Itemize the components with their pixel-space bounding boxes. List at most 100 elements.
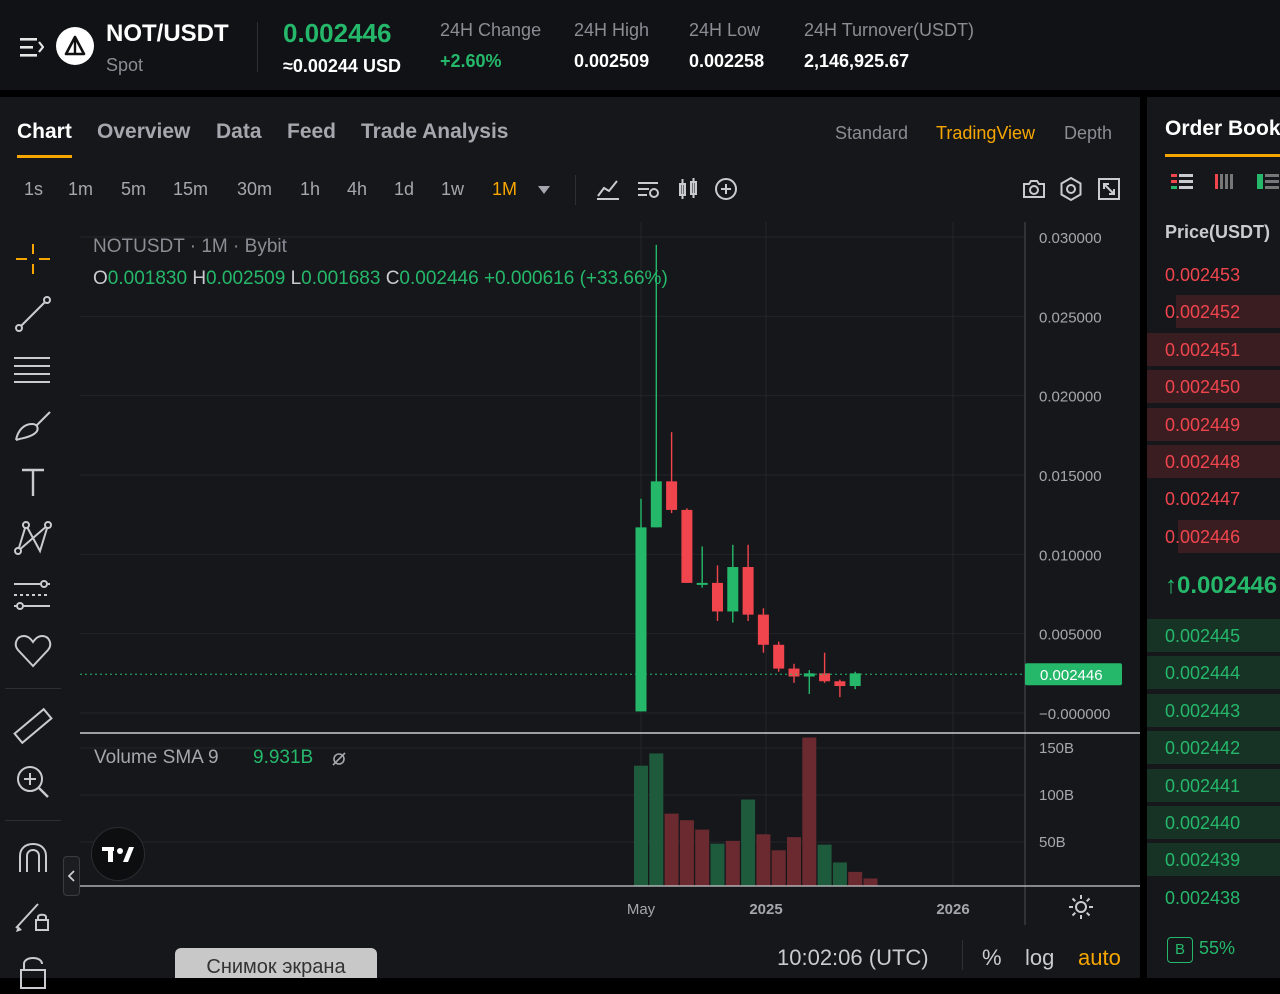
volume-bar: [848, 871, 863, 886]
price-tick-label: 0.020000: [1039, 389, 1102, 406]
bid-row[interactable]: 0.002438: [1147, 881, 1280, 914]
chart-axes: 0.030000 0.025000 0.020000 0.015000 0.010000…: [80, 222, 1140, 925]
arrow-up-icon: ↑: [1165, 572, 1177, 599]
auto-scale-toggle[interactable]: auto: [1078, 945, 1121, 971]
candles: [635, 244, 861, 712]
tradingview-logo[interactable]: [91, 827, 145, 881]
order-price: 0.002451: [1165, 339, 1241, 360]
bid-row[interactable]: 0.002440: [1147, 806, 1280, 839]
volume-tick-label: 150B: [1039, 740, 1074, 757]
orderbook-bids-icon[interactable]: [1215, 173, 1237, 193]
high-value: 0.002509: [206, 268, 286, 289]
candle-body: [650, 481, 662, 528]
time-tick-label: 2025: [749, 901, 782, 918]
last-price-axis-label: 0.002446: [1040, 667, 1103, 684]
volume-bar: [863, 878, 878, 886]
volume-bar: [756, 834, 771, 886]
volume-bars: [634, 737, 878, 886]
bid-row[interactable]: 0.002441: [1147, 768, 1280, 802]
mid-price-value: 0.002446: [1177, 572, 1278, 599]
order-price: 0.002440: [1165, 813, 1241, 833]
open-label: O: [93, 268, 108, 289]
orderbook-asks-icon[interactable]: [1257, 173, 1279, 193]
open-value: 0.001830: [107, 268, 188, 289]
order-price: 0.002447: [1165, 489, 1241, 510]
screenshot-tooltip: Снимок экрана: [175, 948, 377, 978]
ask-row[interactable]: 0.002450: [1147, 370, 1280, 404]
status-divider: [962, 940, 963, 970]
order-book-panel: Order Book Price(USDT) 0.002453 0.002452 0…: [1147, 97, 1280, 978]
order-book-title[interactable]: Order Book: [1165, 117, 1280, 141]
candle-body: [635, 527, 647, 712]
order-price: 0.002441: [1165, 775, 1241, 796]
time-tick-label: 2026: [936, 901, 969, 918]
volume-bar: [695, 829, 710, 886]
theme-icon[interactable]: [1068, 894, 1094, 920]
order-price: 0.002439: [1165, 850, 1241, 871]
ask-row[interactable]: 0.002452: [1147, 295, 1280, 329]
order-price: 0.002442: [1165, 738, 1241, 759]
volume-bar: [649, 753, 664, 886]
change-value: +0.000616 (+33.66%): [483, 268, 668, 289]
volume-bar: [832, 862, 847, 886]
chart-symbol-line: NOTUSDT · 1M · Bybit: [93, 236, 287, 257]
close-value: 0.002446: [399, 268, 479, 289]
volume-indicator-value: 9.931B: [253, 747, 314, 768]
candle-body: [849, 673, 861, 687]
price-column-header: Price(USDT): [1165, 222, 1271, 242]
hide-icon[interactable]: [331, 751, 347, 767]
price-tick-label: 0.030000: [1039, 230, 1102, 247]
price-chart[interactable]: 0.030000 0.025000 0.020000 0.015000 0.010000…: [0, 0, 1140, 978]
low-value: 0.001683: [301, 268, 381, 289]
bid-row[interactable]: 0.002443: [1147, 693, 1280, 727]
log-scale-toggle[interactable]: log: [1025, 945, 1054, 971]
buy-ratio-value: 55%: [1199, 938, 1236, 958]
orderbook-both-icon[interactable]: [1171, 173, 1193, 193]
volume-bar: [664, 813, 679, 886]
volume-bar: [679, 820, 694, 886]
candle-body: [727, 567, 739, 612]
price-tick-label: −0.000000: [1039, 706, 1110, 723]
volume-bar: [710, 843, 725, 886]
order-price: 0.002443: [1165, 700, 1241, 721]
candle-body: [788, 668, 800, 677]
volume-bar: [741, 799, 756, 886]
bid-row[interactable]: 0.002444: [1147, 656, 1280, 690]
percent-scale-toggle[interactable]: %: [982, 945, 1002, 971]
order-price: 0.002449: [1165, 414, 1241, 435]
ask-row[interactable]: 0.002447: [1147, 482, 1280, 515]
volume-bar: [817, 844, 832, 886]
order-price: 0.002446: [1165, 526, 1241, 547]
volume-tick-label: 50B: [1039, 834, 1066, 851]
ohlc-legend: O0.001830 H0.002509 L0.001683 C0.002446 …: [93, 268, 668, 290]
utc-clock[interactable]: 10:02:06 (UTC): [777, 945, 929, 971]
candle-body: [834, 681, 846, 687]
order-price: 0.002452: [1165, 302, 1241, 323]
volume-bar: [802, 737, 817, 886]
volume-indicator-label[interactable]: Volume SMA 9: [94, 747, 219, 769]
order-price: 0.002448: [1165, 452, 1241, 472]
price-tick-label: 0.025000: [1039, 309, 1102, 326]
screenshot-tooltip-text: Снимок экрана: [206, 956, 346, 978]
price-tick-label: 0.015000: [1039, 468, 1102, 485]
price-tick-label: 0.005000: [1039, 627, 1102, 644]
bid-row[interactable]: 0.002442: [1147, 731, 1280, 765]
volume-bar: [771, 850, 786, 886]
ask-row[interactable]: 0.002446: [1147, 519, 1280, 553]
ask-row[interactable]: 0.002448: [1147, 445, 1280, 478]
candle-body: [757, 614, 769, 645]
order-price: 0.002453: [1165, 265, 1241, 285]
collapse-toolbar-button[interactable]: [63, 856, 80, 896]
ask-row[interactable]: 0.002449: [1147, 407, 1280, 441]
time-tick-label: May: [627, 901, 656, 918]
order-price: 0.002444: [1165, 663, 1241, 684]
close-label: C: [385, 268, 400, 289]
candle-body: [696, 582, 708, 585]
ask-row[interactable]: 0.002451: [1147, 332, 1280, 366]
mid-price: ↑0.002446: [1165, 572, 1277, 600]
bid-row[interactable]: 0.002445: [1147, 619, 1280, 652]
ask-row[interactable]: 0.002453: [1147, 258, 1280, 291]
high-label: H: [192, 268, 207, 289]
bid-row[interactable]: 0.002439: [1147, 843, 1280, 877]
low-label: L: [290, 268, 302, 289]
